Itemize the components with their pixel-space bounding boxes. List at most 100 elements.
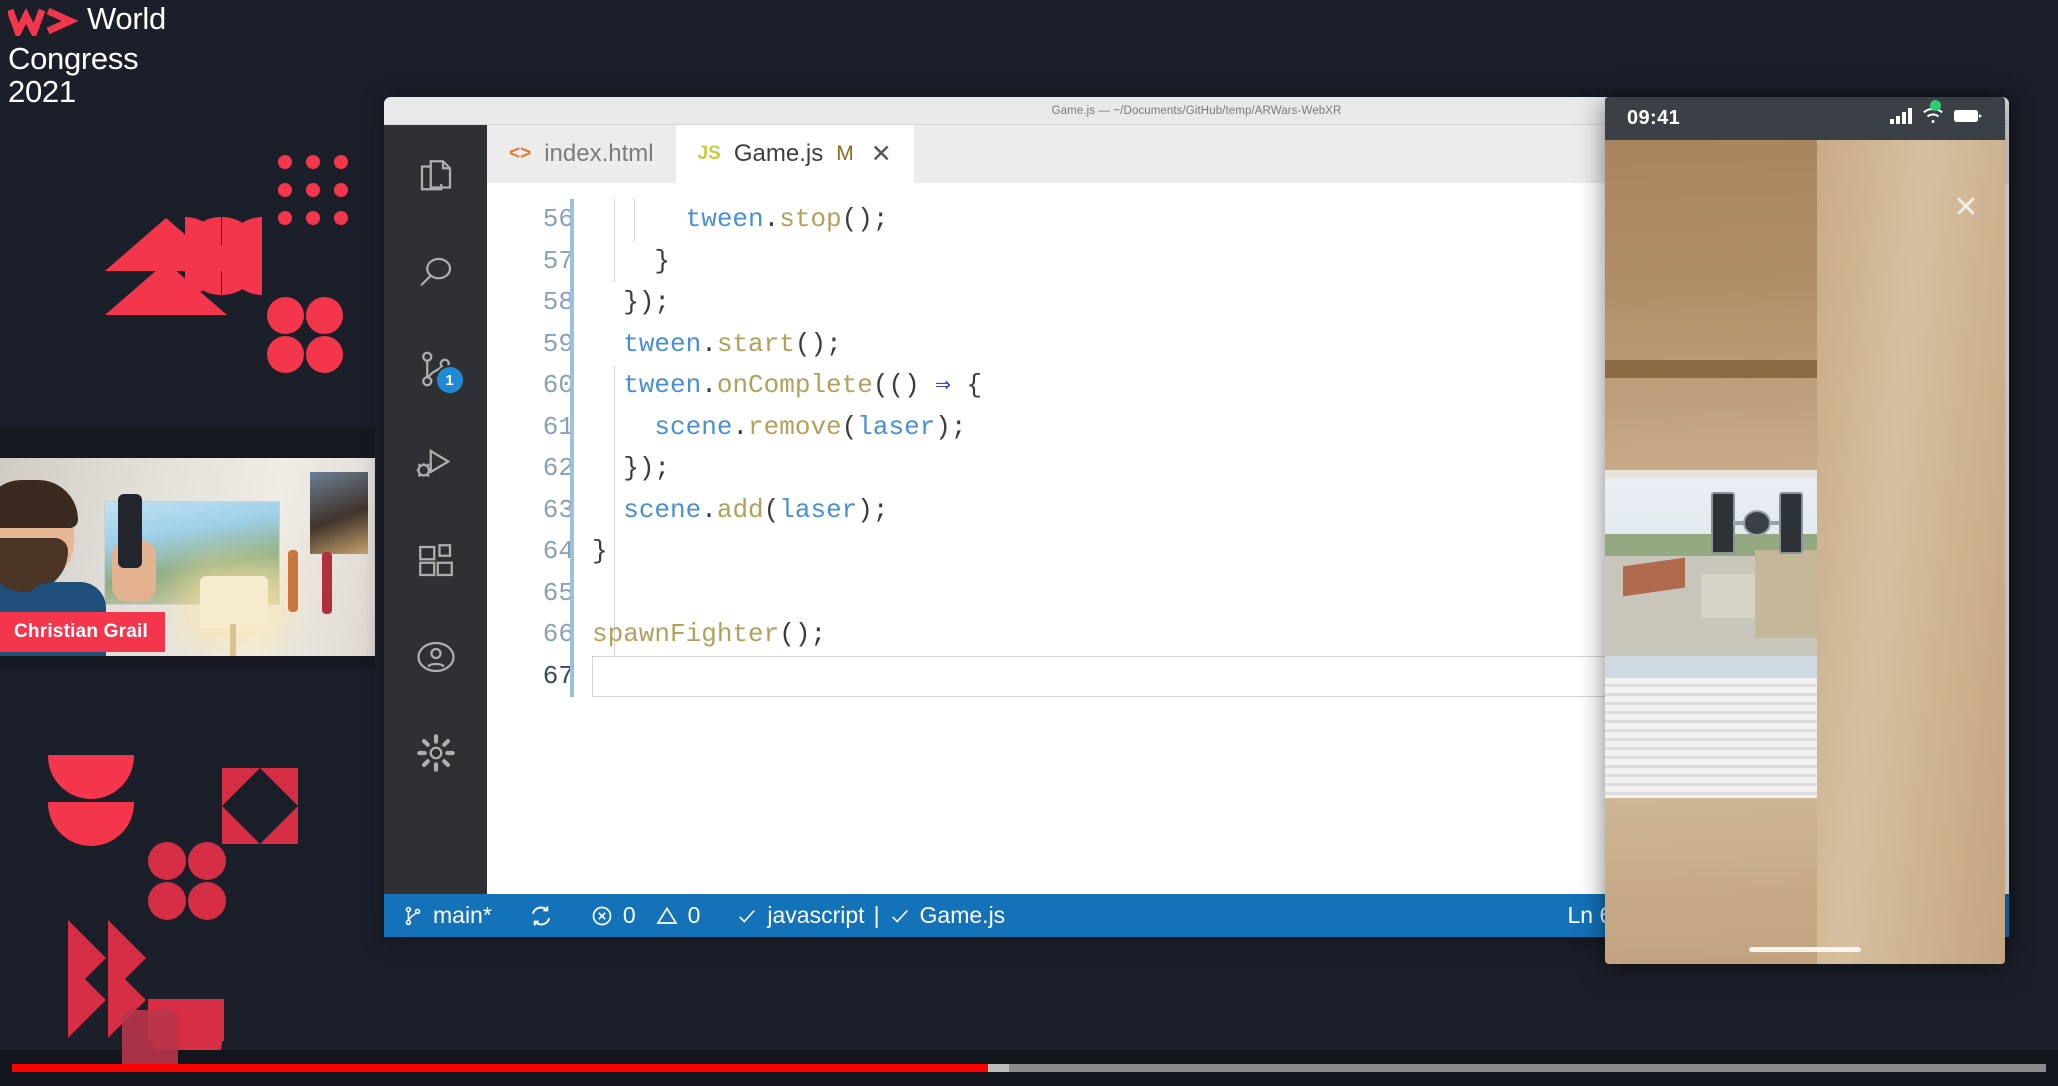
window-title: Game.js — ~/Documents/GitHub/temp/ARWars… [1052, 105, 1342, 117]
code-token: ); [857, 495, 888, 525]
tab-game-js[interactable]: JS Game.js M ✕ [676, 125, 914, 183]
status-warning-count: 0 [688, 902, 701, 929]
warning-icon [655, 904, 679, 928]
phone-status-bar: 09:41 [1605, 97, 2005, 140]
ar-curtain [1817, 140, 2005, 964]
code-token: { [951, 370, 982, 400]
code-token: . [701, 370, 717, 400]
error-icon [590, 904, 614, 928]
code-token: tween [623, 329, 701, 359]
battery-icon [1953, 108, 1983, 129]
source-control-badge: 1 [435, 365, 465, 395]
code-token: (() [873, 370, 935, 400]
logo-word-congress: Congress [8, 42, 238, 75]
logo-word-world: World [87, 2, 166, 35]
account-icon [415, 636, 457, 683]
decor-circle-5 [148, 842, 186, 880]
ar-rooftop-3 [1755, 550, 1821, 638]
code-token: ( [842, 412, 858, 442]
code-token: ( [764, 495, 780, 525]
line-number: 65 [487, 573, 574, 615]
run-debug-icon [415, 444, 457, 491]
video-progress-bar[interactable] [12, 1064, 988, 1072]
status-language-checks[interactable]: javascript | Game.js [718, 894, 1023, 937]
phone-clock: 09:41 [1627, 107, 1680, 130]
line-number: 59 [487, 324, 574, 366]
code-token: } [592, 536, 608, 566]
line-number-gutter: 565758596061626364656667 [487, 183, 592, 894]
decor-circle-3 [267, 336, 304, 373]
activity-bar: 1 [384, 125, 487, 894]
code-token: remove [748, 412, 842, 442]
tab-index-html[interactable]: <> index.html [487, 125, 676, 183]
js-file-icon: JS [698, 143, 721, 165]
sidebar-item-search[interactable] [408, 247, 464, 303]
webcam-wall-tool-2 [322, 552, 332, 614]
status-separator: | [874, 902, 880, 929]
code-token: stop [779, 204, 841, 234]
status-problems[interactable]: 0 0 [572, 894, 719, 937]
decor-bowtie-left [222, 768, 260, 844]
git-branch-icon [402, 904, 424, 928]
search-icon [415, 252, 457, 299]
status-branch[interactable]: main* [384, 894, 510, 937]
video-progress-track[interactable] [12, 1064, 2046, 1072]
code-token: (); [795, 329, 842, 359]
code-token: } [654, 246, 670, 276]
code-token: laser [857, 412, 935, 442]
status-sync[interactable] [510, 894, 572, 937]
tie-fighter-wing-left [1711, 492, 1735, 554]
decor-circle-6 [188, 842, 226, 880]
decor-circle-1 [267, 297, 304, 334]
tab-label-index-html: index.html [544, 140, 653, 168]
tab-label-game-js: Game.js [734, 140, 823, 168]
code-token: onComplete [717, 370, 873, 400]
ar-window-frame [1605, 470, 1827, 478]
webcam-lamp [200, 576, 268, 628]
sidebar-item-settings[interactable] [408, 727, 464, 783]
code-token: (); [842, 204, 889, 234]
ar-window-blind [1605, 678, 1823, 798]
line-number: 62 [487, 448, 574, 490]
folding-range-indicator [570, 199, 574, 697]
extensions-icon [415, 540, 457, 587]
phone-close-icon[interactable]: ✕ [1949, 192, 1983, 226]
sync-icon [528, 903, 554, 929]
line-number: 60 [487, 365, 574, 407]
code-token: . [701, 495, 717, 525]
html-file-icon: <> [509, 143, 531, 165]
line-number: 67 [487, 656, 574, 698]
code-token: tween [623, 370, 701, 400]
phone-home-indicator[interactable] [1749, 947, 1861, 952]
presenter-hair [0, 480, 78, 528]
sidebar-item-extensions[interactable] [408, 535, 464, 591]
code-token: . [764, 204, 780, 234]
status-error-count: 0 [623, 902, 636, 929]
code-token: scene [654, 412, 732, 442]
line-number: 63 [487, 490, 574, 532]
webcam-ceiling [0, 428, 375, 458]
tab-modified-indicator: M [836, 142, 854, 166]
tab-close-icon[interactable]: ✕ [871, 142, 892, 167]
sidebar-item-run-debug[interactable] [408, 439, 464, 495]
status-branch-label: main* [433, 902, 492, 929]
webcam-poster-secondary [310, 472, 368, 554]
files-icon [415, 156, 457, 203]
line-number: 66 [487, 614, 574, 656]
presenter-held-phone [118, 494, 142, 568]
code-token: }); [623, 287, 670, 317]
sidebar-item-accounts[interactable] [408, 631, 464, 687]
gear-icon [415, 732, 457, 779]
check-icon-language [736, 905, 758, 927]
phone-screen-mirror: 09:41 [1605, 97, 2005, 964]
sidebar-item-explorer[interactable] [408, 151, 464, 207]
code-token: scene [623, 495, 701, 525]
sidebar-item-source-control[interactable]: 1 [408, 343, 464, 399]
decor-circle-4 [306, 336, 343, 373]
webcam-wall-tool-1 [288, 550, 298, 612]
code-token: laser [779, 495, 857, 525]
line-number: 61 [487, 407, 574, 449]
code-token: ); [935, 412, 966, 442]
code-token: . [732, 412, 748, 442]
decor-dot-grid [278, 155, 348, 225]
